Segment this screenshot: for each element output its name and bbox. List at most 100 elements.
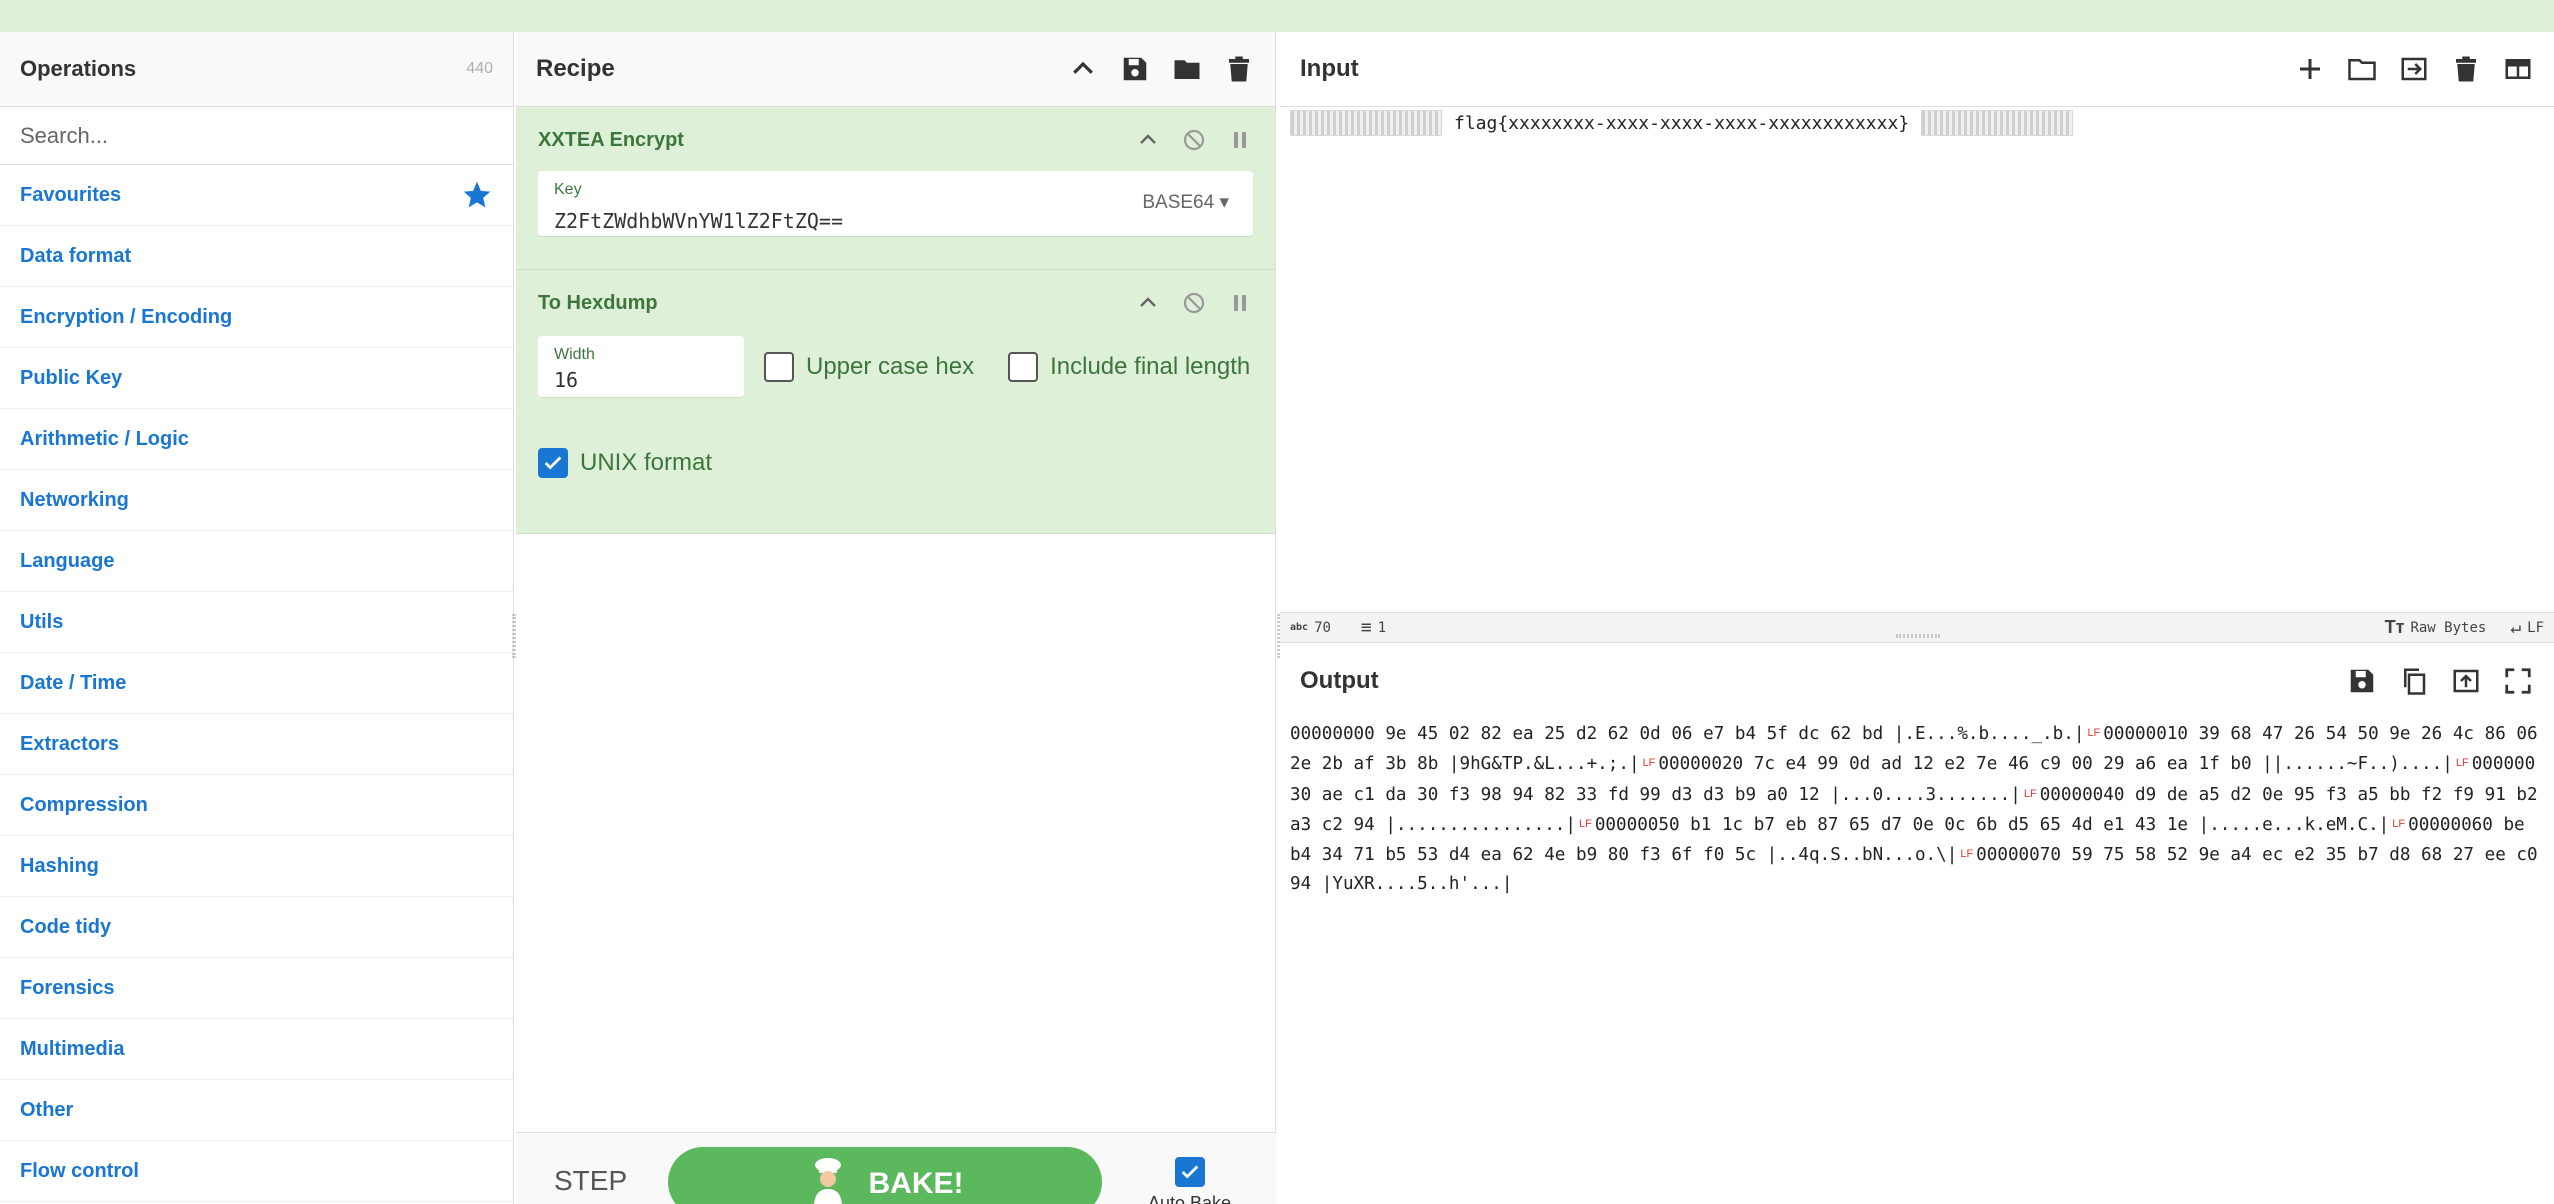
key-format-dropdown[interactable]: BASE64 ▾ [1142,191,1229,214]
checkbox-box[interactable] [538,448,568,478]
hexdump-line: 00000020 7c e4 99 0d ad 12 e2 7e 46 c9 0… [1658,754,2453,774]
trash-icon[interactable] [1223,53,1255,85]
category-networking[interactable]: Networking [0,470,513,531]
input-title: Input [1300,55,1359,82]
category-label: Favourites [20,183,122,206]
category-flow-control[interactable]: Flow control [0,1141,513,1202]
category-code-tidy[interactable]: Code tidy [0,897,513,958]
output-header: Output [1280,643,2554,718]
io-resize-handle[interactable] [1896,634,1940,638]
category-multimedia[interactable]: Multimedia [0,1019,513,1080]
checkbox-label: Include final length [1050,353,1251,380]
input-textarea[interactable]: flag{xxxxxxxx-xxxx-xxxx-xxxx-xxxxxxxxxxx… [1290,110,2544,136]
hexdump-line: 00000050 b1 1c b7 eb 87 65 d7 0e 0c 6b d… [1594,814,2390,835]
category-hashing[interactable]: Hashing [0,836,513,897]
caret-down-icon: ▾ [1219,192,1229,213]
category-encryption-encoding[interactable]: Encryption / Encoding [0,287,513,348]
category-label: Multimedia [20,1037,125,1060]
key-label: Key [554,181,582,198]
copy-icon[interactable] [2398,665,2430,697]
checkbox-box[interactable] [1008,352,1039,382]
checkbox-box[interactable] [764,352,794,382]
category-utils[interactable]: Utils [0,592,513,653]
hexdump-line: 00000000 9e 45 02 82 ea 25 d2 62 0d 06 e… [1290,723,2085,744]
upper-case-hex-checkbox[interactable]: Upper case hex [764,352,974,382]
category-label: Encryption / Encoding [20,305,233,328]
search-input[interactable] [20,122,493,149]
category-label: Public Key [20,366,123,389]
category-favourites[interactable]: Favourites [0,165,513,226]
category-compression[interactable]: Compression [0,775,513,836]
operations-panel: Operations 440 Favourites Data format En… [0,32,514,1204]
import-icon[interactable] [2398,53,2430,85]
width-field[interactable]: Width 16 [538,336,744,398]
unix-format-checkbox[interactable]: UNIX format [538,448,1253,478]
category-label: Flow control [20,1159,139,1182]
category-label: Forensics [20,976,115,999]
eol-value: LF [2527,619,2544,636]
chevron-up-icon[interactable] [1067,53,1099,85]
disable-icon[interactable] [1181,290,1207,316]
category-data-format[interactable]: Data format [0,226,513,287]
checkbox-label: Upper case hex [806,353,975,380]
trash-icon[interactable] [2450,53,2482,85]
category-date-time[interactable]: Date / Time [0,653,513,714]
category-forensics[interactable]: Forensics [0,958,513,1019]
step-button[interactable]: STEP [554,1165,627,1197]
chevron-up-icon[interactable] [1135,127,1161,153]
folder-icon[interactable] [2346,53,2378,85]
lf-marker: LF [1579,817,1592,830]
category-label: Utils [20,610,64,633]
eol-selector[interactable]: ↵ LF [2510,617,2544,638]
save-icon[interactable] [2346,665,2378,697]
pause-icon[interactable] [1227,290,1253,316]
operations-search[interactable] [0,107,513,165]
lf-marker: LF [1960,848,1974,860]
folder-icon[interactable] [1171,53,1203,85]
encoding-value: Raw Bytes [2410,619,2487,636]
lf-marker: LF [2023,787,2037,800]
top-banner [0,0,2554,32]
lf-marker: LF [2087,727,2101,739]
lf-marker: LF [2455,757,2469,770]
plus-icon[interactable] [2294,53,2326,85]
chevron-up-icon[interactable] [1135,290,1161,316]
category-label: Hashing [20,854,99,877]
input-text: flag{xxxxxxxx-xxxx-xxxx-xxxx-xxxxxxxxxxx… [1454,112,1910,134]
category-language[interactable]: Language [0,531,513,592]
category-other[interactable]: Other [0,1080,513,1141]
checkbox-box[interactable] [1174,1157,1205,1187]
key-value[interactable]: Z2FtZWdhbWVnYW1lZ2FtZQ== [554,209,843,233]
layout-icon[interactable] [2502,53,2534,85]
recipe-footer: STEP BAKE! Auto Bake [516,1132,1276,1204]
maximise-icon[interactable] [2502,665,2534,697]
text-size-icon: Tт [2384,617,2405,637]
width-value[interactable]: 16 [554,368,578,392]
auto-bake-label: Auto Bake [1148,1193,1232,1204]
encoding-selector[interactable]: Tт Raw Bytes [2385,617,2487,638]
output-text[interactable]: 00000000 9e 45 02 82 ea 25 d2 62 0d 06 e… [1290,719,2544,900]
include-final-length-checkbox[interactable]: Include final length [1008,352,1250,382]
replace-input-icon[interactable] [2450,665,2482,697]
bake-button[interactable]: BAKE! [668,1147,1102,1204]
auto-bake-checkbox[interactable]: Auto Bake [1148,1157,1231,1204]
category-label: Compression [20,793,148,816]
category-label: Data format [20,244,132,267]
save-icon[interactable] [1119,53,1151,85]
category-arithmetic-logic[interactable]: Arithmetic / Logic [0,409,513,470]
checkbox-label: UNIX format [580,449,713,476]
whitespace-highlight [1290,110,1442,136]
operations-title: Operations [20,56,137,81]
category-label: Networking [20,488,129,511]
category-label: Arithmetic / Logic [20,427,189,450]
key-field[interactable]: Key Z2FtZWdhbWVnYW1lZ2FtZQ== BASE64 ▾ [538,171,1253,237]
category-extractors[interactable]: Extractors [0,714,513,775]
category-label: Other [20,1098,74,1121]
input-panel: Input flag{xxxxxxxx-xxxx-xxxx-xxxx-xxxxx… [1280,32,2554,642]
return-icon: ↵ [2510,617,2522,638]
checkmark-icon [1181,1165,1198,1179]
category-public-key[interactable]: Public Key [0,348,513,409]
operation-name: To Hexdump [538,291,658,314]
pause-icon[interactable] [1227,127,1253,153]
disable-icon[interactable] [1181,127,1207,153]
